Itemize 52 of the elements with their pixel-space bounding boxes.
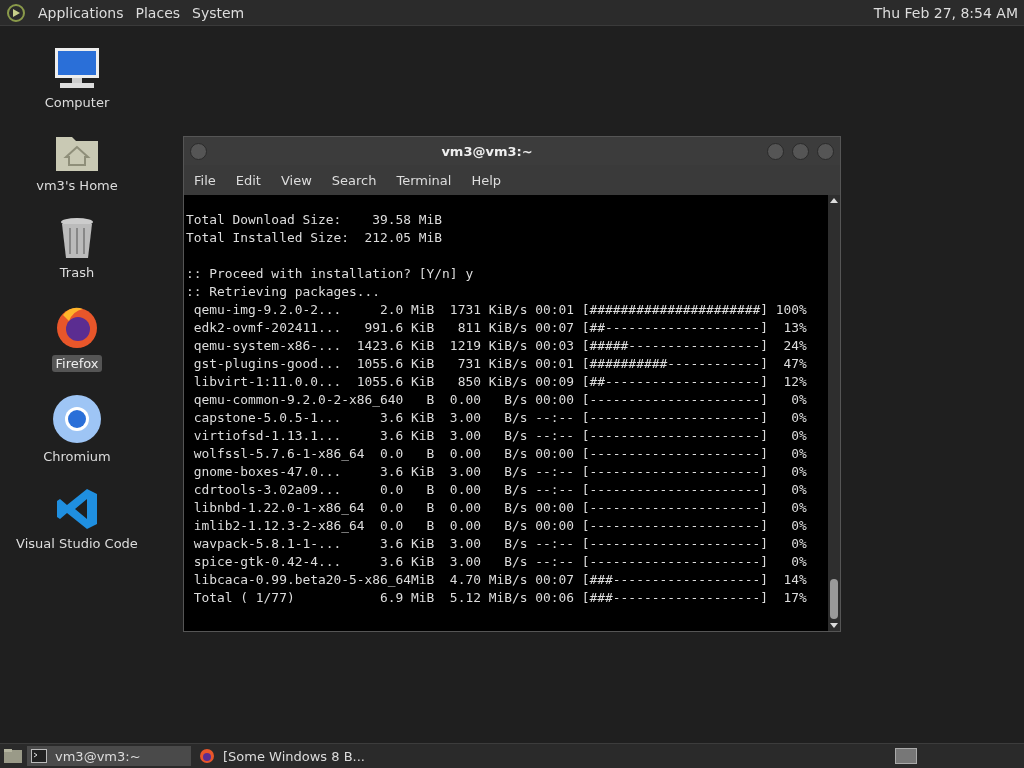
desktop-icon-label[interactable]: Computer	[41, 94, 113, 111]
clock[interactable]: Thu Feb 27, 8:54 AM	[873, 4, 1018, 21]
menu-item[interactable]: Help	[471, 172, 502, 188]
terminal-line: imlib2-1.12.3-2-x86_64 0.0 B 0.00 B/s 00:00 [----------------------] 0%	[192, 517, 807, 535]
terminal-line: Total Installed Size: 212.05 MiB	[186, 229, 443, 247]
desktop-icon-label[interactable]: vm3's Home	[33, 177, 121, 194]
terminal-line: libvirt-1:11.0.0... 1055.6 KiB 850 KiB/s 00:09 [##--------------------] 12%	[192, 373, 807, 391]
desktop-icon-label[interactable]: Trash	[56, 264, 98, 281]
terminal-line: libcaca-0.99.beta20-5-x86_64MiB 4.70 MiB/s 00:07 [###-------------------] 14%	[192, 571, 807, 589]
menu-item[interactable]: File	[194, 172, 216, 188]
workspace-switcher[interactable]	[895, 748, 917, 764]
terminal-line: gst-plugins-good... 1055.6 KiB 731 KiB/s 00:01 [##########------------] 47%	[192, 355, 807, 373]
window-title: vm3@vm3:~	[440, 143, 534, 159]
menu-item[interactable]: Terminal	[396, 172, 452, 188]
scroll-up-icon[interactable]	[830, 198, 838, 203]
terminal-line: :: Retrieving packages...	[186, 283, 381, 301]
menu-item[interactable]: View	[280, 172, 312, 188]
scroll-down-icon[interactable]	[830, 623, 838, 628]
terminal-line: qemu-system-x86-... 1423.6 KiB 1219 KiB/s 00:03 [#####-----------------] 24%	[192, 337, 807, 355]
desktop-icon-label[interactable]: Firefox	[52, 355, 102, 372]
terminal-line: libnbd-1.22.0-1-x86_64 0.0 B 0.00 B/s 00:00 [----------------------] 0%	[192, 499, 807, 517]
taskbar-button[interactable]: [Some Windows 8 B...	[195, 746, 369, 766]
terminal-line: wolfssl-5.7.6-1-x86_64 0.0 B 0.00 B/s 00:00 [----------------------] 0%	[192, 445, 807, 463]
show-desktop-icon[interactable]	[3, 748, 23, 764]
terminal-line: qemu-common-9.2.0-2-x86_640 B 0.00 B/s 00:00 [----------------------] 0%	[192, 391, 807, 409]
terminal-line: capstone-5.0.5-1... 3.6 KiB 3.00 B/s --:-- [----------------------] 0%	[192, 409, 807, 427]
terminal-line: wavpack-5.8.1-1-... 3.6 KiB 3.00 B/s --:-- [----------------------] 0%	[192, 535, 807, 553]
menu-item[interactable]: Search	[331, 172, 377, 188]
panel-menu[interactable]: Places	[135, 4, 181, 21]
terminal-line: cdrtools-3.02a09... 0.0 B 0.00 B/s --:-- [----------------------] 0%	[192, 481, 807, 499]
terminal-line: Total Download Size: 39.58 MiB	[186, 211, 443, 229]
terminal-line: virtiofsd-1.13.1... 3.6 KiB 3.00 B/s --:-- [----------------------] 0%	[192, 427, 807, 445]
browser-circle-icon[interactable]	[52, 394, 102, 444]
desktop-icon-label[interactable]: Chromium	[40, 448, 114, 465]
code-editor-icon[interactable]	[55, 487, 99, 531]
terminal-icon	[31, 749, 47, 763]
terminal-line: qemu-img-9.2.0-2... 2.0 MiB 1731 KiB/s 00:01 [######################] 100%	[192, 301, 807, 319]
desktop-icon-label[interactable]: Visual Studio Code	[13, 535, 141, 552]
scrollbar[interactable]	[828, 195, 840, 631]
panel-menu[interactable]: System	[192, 4, 245, 21]
terminal-line: gnome-boxes-47.0... 3.6 KiB 3.00 B/s --:-- [----------------------] 0%	[192, 463, 807, 481]
taskbar-button[interactable]: vm3@vm3:~	[27, 746, 191, 766]
panel-menu[interactable]: Applications	[38, 4, 124, 21]
computer-icon[interactable]	[52, 46, 102, 90]
scrollbar-thumb[interactable]	[830, 579, 838, 619]
terminal-line: spice-gtk-0.42-4... 3.6 KiB 3.00 B/s --:-- [----------------------] 0%	[192, 553, 807, 571]
browser-fox-icon	[199, 748, 215, 764]
terminal-line: Total ( 1/77) 6.9 MiB 5.12 MiB/s 00:06 [###-------------------] 17%	[192, 589, 807, 607]
distro-logo-icon[interactable]	[6, 2, 26, 23]
terminal-line: :: Proceed with installation? [Y/n] y	[186, 265, 474, 283]
menu-item[interactable]: Edit	[235, 172, 261, 188]
terminal-line: edk2-ovmf-202411... 991.6 KiB 811 KiB/s 00:07 [##--------------------] 13%	[192, 319, 807, 337]
